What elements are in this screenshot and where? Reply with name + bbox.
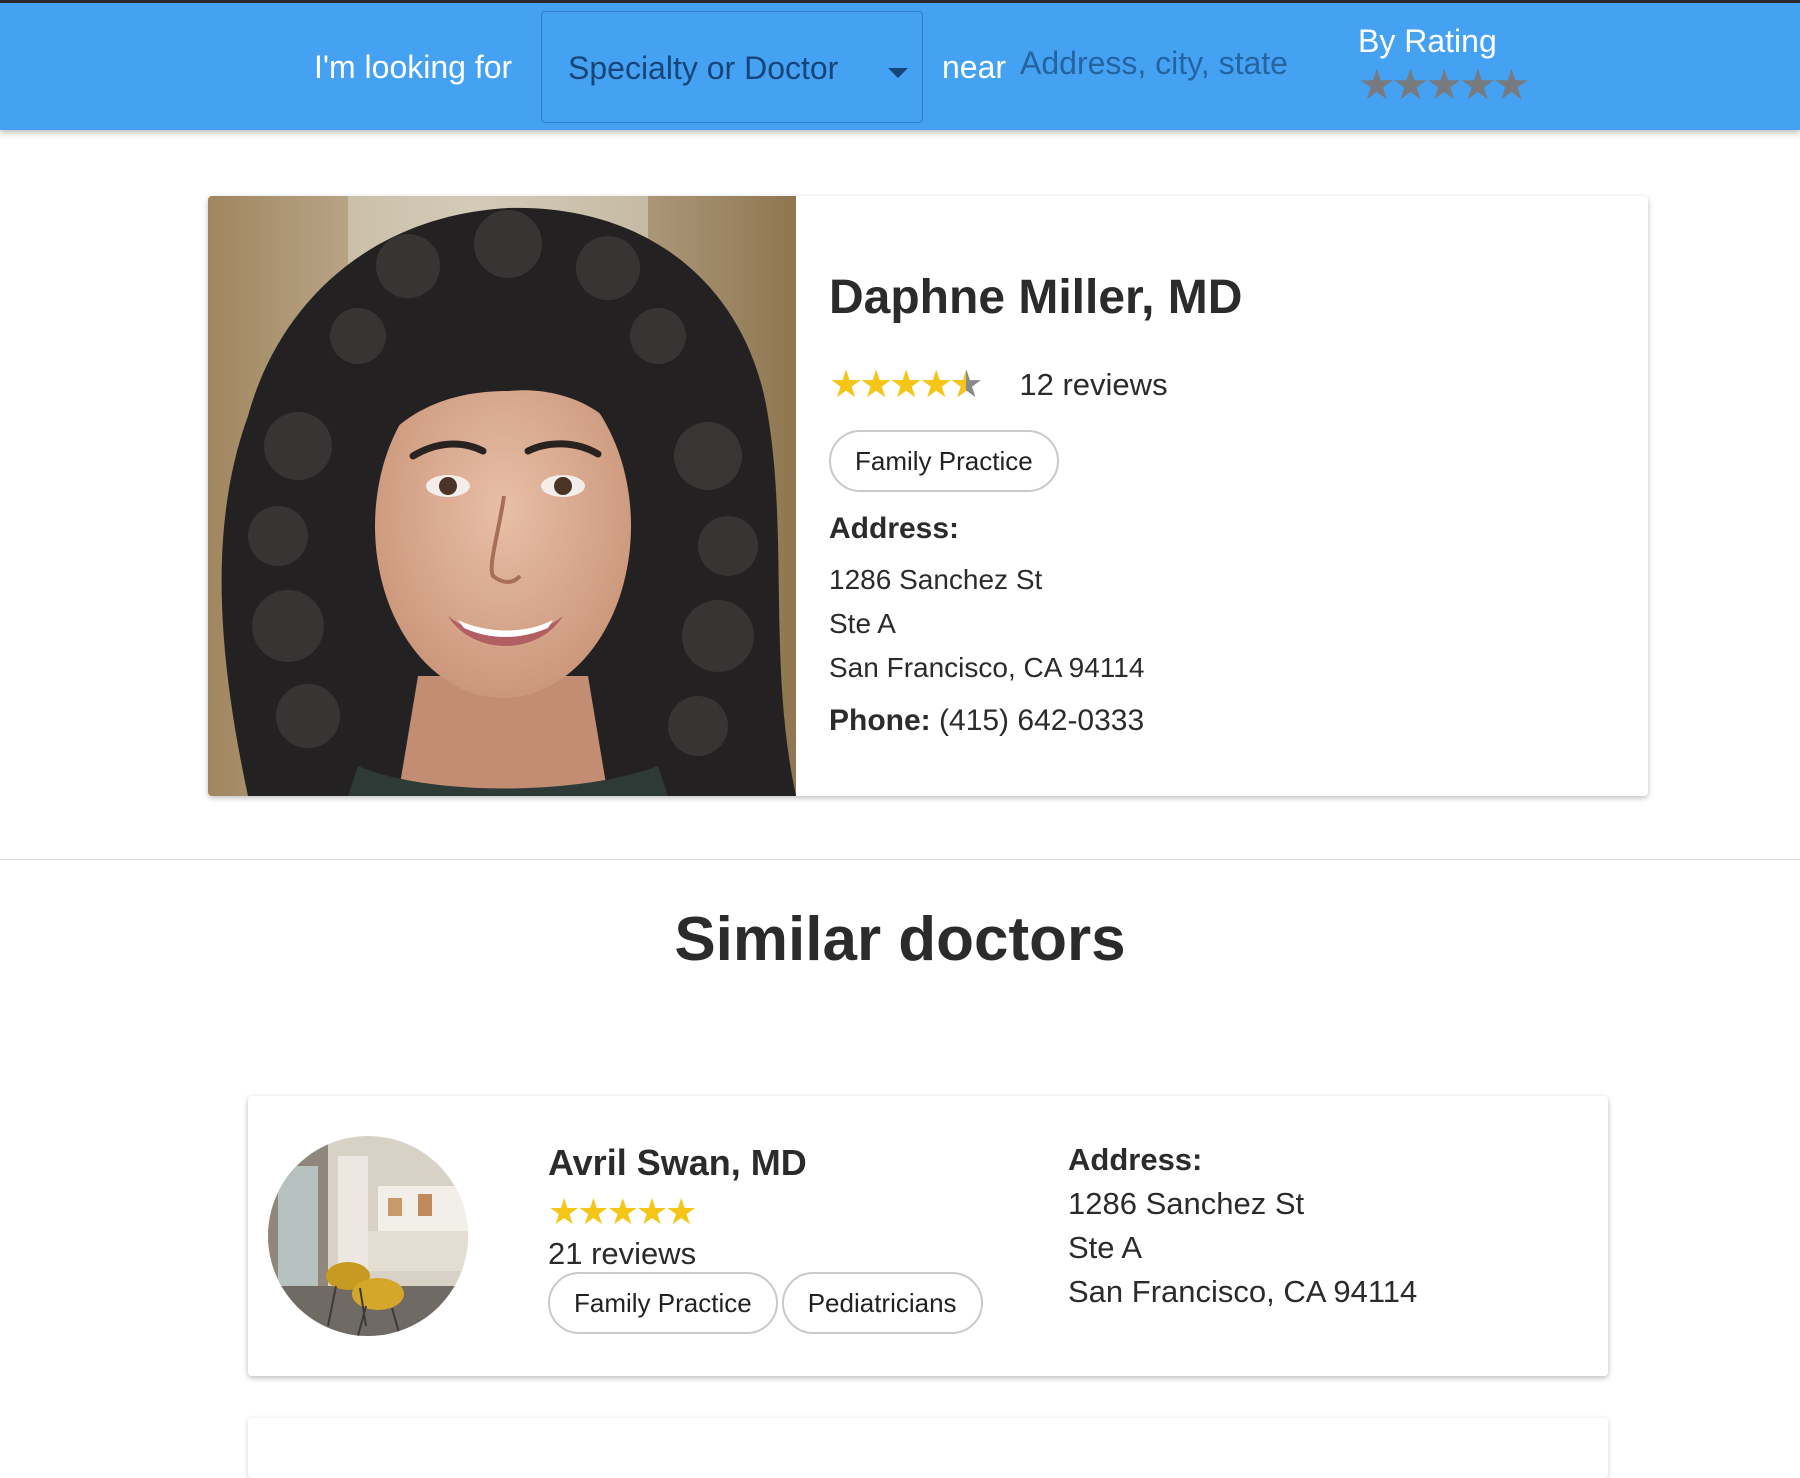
star-icon: ★ bbox=[548, 1191, 580, 1232]
doctor-rating-stars: ★★★★★ bbox=[829, 364, 983, 406]
star-icon: ★ bbox=[829, 364, 863, 406]
specialty-chips: Family Practice bbox=[829, 430, 1059, 492]
star-icon: ★ bbox=[577, 1191, 609, 1232]
similar-doctor-review-count[interactable]: 21 reviews bbox=[548, 1236, 696, 1272]
similar-doctor-name[interactable]: Avril Swan, MD bbox=[548, 1142, 807, 1184]
dropdown-caret-icon bbox=[888, 68, 908, 78]
star-icon[interactable]: ★ bbox=[1493, 61, 1531, 108]
phone-row: Phone: (415) 642-0333 bbox=[829, 704, 1144, 738]
rating-filter-label: By Rating bbox=[1358, 23, 1497, 59]
doctor-photo bbox=[208, 196, 796, 796]
doctor-name: Daphne Miller, MD bbox=[829, 271, 1243, 324]
near-label: near bbox=[942, 49, 1007, 85]
star-icon[interactable]: ★ bbox=[1392, 61, 1430, 108]
location-input[interactable] bbox=[1020, 41, 1320, 85]
address-block: 1286 Sanchez St Ste A San Francisco, CA … bbox=[829, 558, 1144, 690]
star-icon[interactable]: ★ bbox=[1358, 61, 1396, 108]
address-line: 1286 Sanchez St bbox=[829, 564, 1043, 595]
similar-doctor-specialty-chips: Family Practice Pediatricians bbox=[548, 1272, 983, 1334]
rating-filter[interactable]: By Rating ★★★★★ bbox=[1358, 23, 1531, 108]
similar-doctor-rating-stars: ★★★★★ bbox=[548, 1191, 697, 1232]
similar-doctor-card[interactable] bbox=[248, 1418, 1608, 1478]
address-line: Ste A bbox=[829, 608, 896, 639]
star-icon: ★ bbox=[635, 1191, 668, 1232]
similar-doctor-address-block: 1286 Sanchez St Ste A San Francisco, CA … bbox=[1068, 1182, 1417, 1314]
doctor-profile-card: Daphne Miller, MD ★★★★★ 12 reviews Famil… bbox=[208, 196, 1648, 796]
similar-doctor-address-label: Address: bbox=[1068, 1142, 1203, 1177]
search-header: I'm looking for Specialty or Doctor near… bbox=[0, 0, 1800, 130]
specialty-chip[interactable]: Pediatricians bbox=[781, 1272, 983, 1334]
star-icon: ★ bbox=[665, 1191, 697, 1232]
section-divider bbox=[0, 859, 1800, 860]
phone-number[interactable]: (415) 642-0333 bbox=[939, 704, 1144, 737]
star-icon[interactable]: ★ bbox=[1459, 61, 1497, 108]
specialty-select[interactable]: Specialty or Doctor bbox=[541, 11, 923, 123]
address-line: Ste A bbox=[1068, 1230, 1143, 1265]
star-icon: ★ bbox=[606, 1191, 639, 1232]
phone-label: Phone: bbox=[829, 704, 931, 737]
star-icon[interactable]: ★ bbox=[1425, 61, 1463, 108]
address-line: 1286 Sanchez St bbox=[1068, 1186, 1305, 1221]
rating-filter-stars[interactable]: ★★★★★ bbox=[1358, 61, 1531, 108]
star-icon: ★ bbox=[859, 364, 893, 406]
doctor-avatar bbox=[268, 1136, 468, 1336]
star-icon: ★ bbox=[889, 364, 923, 406]
review-count[interactable]: 12 reviews bbox=[1019, 367, 1167, 403]
doctor-rating-row: ★★★★★ 12 reviews bbox=[829, 366, 1168, 404]
similar-doctor-card[interactable]: Avril Swan, MD ★★★★★ 21 reviews Family P… bbox=[248, 1096, 1608, 1376]
looking-for-label: I'm looking for bbox=[314, 49, 513, 85]
address-line: San Francisco, CA 94114 bbox=[829, 652, 1145, 683]
specialty-chip[interactable]: Family Practice bbox=[548, 1272, 778, 1334]
specialty-chip[interactable]: Family Practice bbox=[829, 430, 1059, 492]
star-icon: ★ bbox=[919, 364, 953, 406]
address-label: Address: bbox=[829, 512, 960, 545]
address-line: San Francisco, CA 94114 bbox=[1068, 1274, 1418, 1309]
half-star-icon: ★ bbox=[949, 366, 983, 404]
similar-doctors-heading: Similar doctors bbox=[674, 905, 1126, 974]
specialty-select-value: Specialty or Doctor bbox=[568, 50, 839, 86]
